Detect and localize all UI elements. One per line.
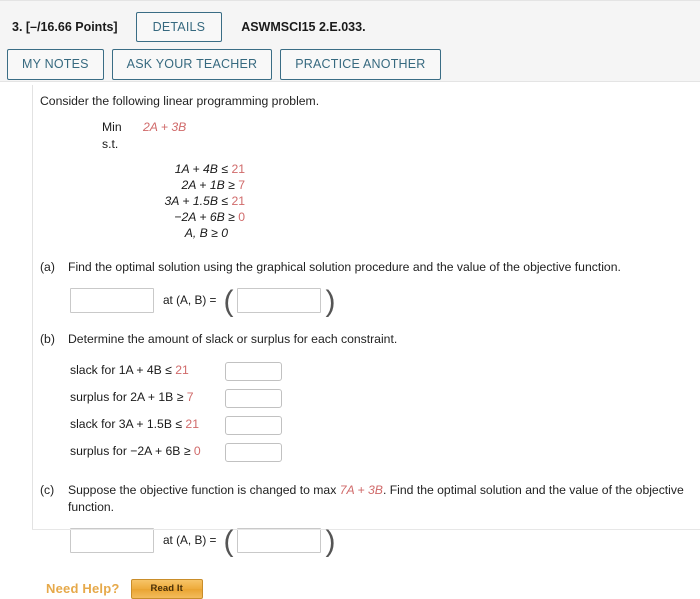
constraint-operator: ≥ — [228, 209, 235, 224]
constraint-lhs: −2A + 6B — [174, 209, 225, 224]
slack-surplus-label-text: slack for 1A + 4B ≤ — [70, 363, 176, 378]
part-c-prompt: Suppose the objective function is change… — [68, 482, 700, 516]
part-c-point-input[interactable] — [237, 528, 322, 554]
constraint-operator: ≥ — [228, 177, 235, 192]
part-a-objective-value-input[interactable] — [70, 288, 154, 314]
lp-constraint-list: 1A + 4B ≤ 21 2A + 1B ≥ 7 3A + 1.5B ≤ 21 … — [102, 161, 245, 241]
part-a-answer-row: at (A, B) = ( ) — [70, 286, 700, 316]
constraint-operator: ≤ — [221, 161, 229, 176]
part-c-objective-value-input[interactable] — [70, 528, 154, 554]
part-b-prompt: Determine the amount of slack or surplus… — [68, 332, 398, 347]
details-button[interactable]: DETAILS — [135, 11, 223, 43]
part-c-prompt-head: Suppose the objective function is change… — [68, 483, 340, 498]
slack-surplus-input[interactable] — [225, 415, 282, 435]
question-header-band: 3. [–/16.66 Points] DETAILS ASWMSCI15 2.… — [0, 0, 700, 82]
lp-model-block: Min 2A + 3B s.t. 1A + 4B ≤ 21 2A + 1B ≥ … — [102, 119, 700, 241]
constraint-operator: ≤ — [221, 193, 229, 208]
slack-surplus-row: slack for 1A + 4B ≤ 21 — [70, 359, 700, 383]
slack-surplus-rhs: 0 — [193, 444, 201, 459]
slack-surplus-row: slack for 3A + 1.5B ≤ 21 — [70, 413, 700, 437]
header-row-actions: MY NOTES ASK YOUR TEACHER PRACTICE ANOTH… — [0, 49, 700, 80]
lp-constraint-row: 1A + 4B ≤ 21 — [102, 161, 245, 177]
slack-surplus-label: slack for 3A + 1.5B ≤ 21 — [70, 416, 225, 434]
slack-surplus-input[interactable] — [225, 442, 282, 462]
practice-another-button[interactable]: PRACTICE ANOTHER — [280, 49, 441, 80]
constraint-rhs: 7 — [238, 177, 245, 192]
part-b-letter: (b) — [40, 332, 55, 347]
slack-surplus-row: surplus for 2A + 1B ≥ 7 — [70, 386, 700, 410]
slack-surplus-rhs: 7 — [186, 390, 194, 405]
part-c-answer-row: at (A, B) = ( ) — [70, 526, 700, 556]
lp-subject-to-label: s.t. — [102, 136, 119, 151]
constraint-rhs: 21 — [231, 193, 245, 208]
part-a-prompt: Find the optimal solution using the grap… — [68, 259, 621, 274]
slack-surplus-label-text: surplus for 2A + 1B ≥ — [70, 390, 187, 405]
part-c: (c) Suppose the objective function is ch… — [40, 482, 700, 516]
slack-surplus-list: slack for 1A + 4B ≤ 21 surplus for 2A + … — [70, 359, 700, 464]
question-body: Consider the following linear programmin… — [0, 82, 700, 599]
need-help-label: Need Help? — [46, 580, 120, 596]
content-left-divider — [32, 85, 33, 530]
assignment-code: ASWMSCI15 2.E.033. — [241, 20, 366, 34]
slack-surplus-label: surplus for −2A + 6B ≥ 0 — [70, 443, 225, 461]
slack-surplus-input[interactable] — [225, 361, 282, 381]
slack-surplus-row: surplus for −2A + 6B ≥ 0 — [70, 440, 700, 464]
part-a-at-label: at (A, B) = — [163, 293, 217, 308]
part-c-at-label: at (A, B) = — [163, 533, 217, 548]
slack-surplus-label: slack for 1A + 4B ≤ 21 — [70, 362, 225, 380]
points-label: 3. [–/16.66 Points] — [12, 20, 118, 34]
header-row-primary: 3. [–/16.66 Points] DETAILS ASWMSCI15 2.… — [0, 8, 700, 46]
problem-intro-text: Consider the following linear programmin… — [40, 94, 320, 108]
slack-surplus-label-text: slack for 3A + 1.5B ≤ — [70, 417, 186, 432]
slack-surplus-label-text: surplus for −2A + 6B ≥ — [70, 444, 194, 459]
constraint-lhs: 2A + 1B — [181, 177, 225, 192]
slack-surplus-rhs: 21 — [185, 417, 199, 432]
slack-surplus-input[interactable] — [225, 388, 282, 408]
constraint-lhs: 3A + 1.5B — [164, 193, 218, 208]
constraint-rhs: 0 — [238, 209, 245, 224]
part-a-point-input[interactable] — [237, 288, 322, 314]
part-c-letter: (c) — [40, 483, 55, 498]
need-help-section: Need Help? Read It — [46, 579, 700, 599]
part-a: (a) Find the optimal solution using the … — [40, 259, 700, 277]
slack-surplus-rhs: 21 — [175, 363, 189, 378]
lp-nonnegativity-row: A, B ≥ 0 — [184, 225, 228, 240]
my-notes-button[interactable]: MY NOTES — [7, 49, 104, 80]
constraint-lhs: 1A + 4B — [174, 161, 218, 176]
ask-your-teacher-button[interactable]: ASK YOUR TEACHER — [111, 49, 273, 80]
slack-surplus-label: surplus for 2A + 1B ≥ 7 — [70, 389, 225, 407]
lp-objective-row: Min 2A + 3B — [102, 119, 700, 136]
part-c-objective-expression: 7A + 3B — [339, 483, 383, 498]
lp-constraint-row: 2A + 1B ≥ 7 — [102, 177, 245, 193]
lp-objective-expression: 2A + 3B — [143, 119, 187, 134]
constraint-rhs: 21 — [231, 161, 245, 176]
lp-constraint-row: 3A + 1.5B ≤ 21 — [102, 193, 245, 209]
part-b: (b) Determine the amount of slack or sur… — [40, 331, 700, 349]
content-bottom-divider — [32, 529, 700, 530]
read-it-button[interactable]: Read It — [130, 579, 203, 599]
lp-constraint-row: −2A + 6B ≥ 0 — [102, 209, 245, 225]
question-content: Consider the following linear programmin… — [0, 82, 700, 599]
lp-min-label: Min — [102, 119, 122, 134]
part-a-letter: (a) — [40, 259, 55, 274]
